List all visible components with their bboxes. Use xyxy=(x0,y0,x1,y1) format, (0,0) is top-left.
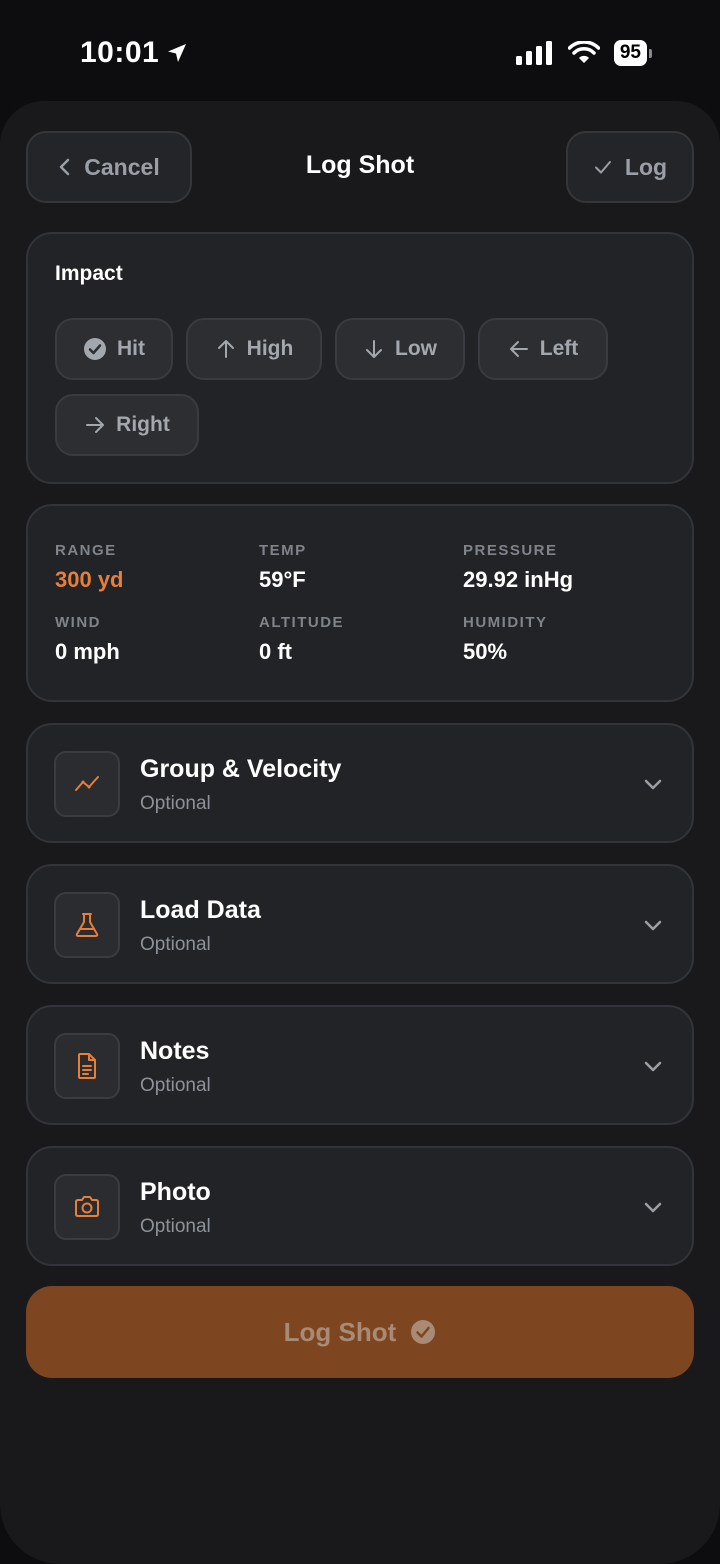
impact-option-label: Hit xyxy=(117,337,145,360)
condition-humidity: HUMIDITY 50% xyxy=(463,614,548,665)
status-indicators: 95 xyxy=(515,40,652,66)
section-subtitle: Optional xyxy=(140,1216,211,1237)
impact-title: Impact xyxy=(55,262,123,285)
arrow-left-icon xyxy=(509,341,528,357)
condition-pressure: PRESSURE 29.92 inHg xyxy=(463,542,573,593)
impact-option-hit[interactable]: Hit xyxy=(55,318,173,380)
checkmark-icon xyxy=(594,161,611,174)
condition-label: PRESSURE xyxy=(463,542,558,559)
condition-temp: TEMP 59°F xyxy=(259,542,307,593)
section-icon-box xyxy=(54,1174,120,1240)
section-title: Notes xyxy=(140,1037,210,1065)
section-load-data[interactable]: Load Data Optional xyxy=(26,864,694,984)
section-icon-box xyxy=(54,751,120,817)
chart-line-icon xyxy=(75,776,99,791)
conditions-card: RANGE 300 yd TEMP 59°F PRESSURE 29.92 in… xyxy=(26,504,694,702)
log-shot-sheet: Cancel Log Shot Log Impact Hit High Low … xyxy=(0,101,720,1564)
condition-value: 0 ft xyxy=(259,639,292,664)
impact-option-low[interactable]: Low xyxy=(335,318,465,380)
impact-option-label: Low xyxy=(395,337,437,360)
chevron-down-icon xyxy=(644,920,662,931)
condition-value: 59°F xyxy=(259,567,306,592)
status-time: 10:01 xyxy=(80,36,189,70)
log-button[interactable]: Log xyxy=(566,131,694,203)
condition-value: 29.92 inHg xyxy=(463,567,574,592)
condition-label: TEMP xyxy=(259,542,307,559)
check-circle-icon xyxy=(411,1320,436,1344)
condition-range: RANGE 300 yd xyxy=(55,542,124,593)
condition-label: ALTITUDE xyxy=(259,614,345,631)
chevron-down-icon xyxy=(644,779,662,790)
wifi-icon xyxy=(567,41,600,63)
condition-altitude: ALTITUDE 0 ft xyxy=(259,614,344,665)
document-icon xyxy=(78,1053,96,1079)
condition-value: 300 yd xyxy=(55,567,124,592)
log-label: Log xyxy=(624,153,668,180)
impact-option-high[interactable]: High xyxy=(186,318,322,380)
condition-value: 0 mph xyxy=(55,639,120,664)
impact-card: Impact Hit High Low Left Right xyxy=(26,232,694,484)
battery-level: 95 xyxy=(613,40,647,66)
condition-label: HUMIDITY xyxy=(463,614,548,631)
clock-text: 10:01 xyxy=(80,36,160,69)
arrow-down-icon xyxy=(366,340,382,358)
cellular-signal-icon xyxy=(515,41,552,65)
section-title: Load Data xyxy=(140,896,261,924)
chevron-down-icon xyxy=(644,1061,662,1072)
location-arrow-icon xyxy=(168,44,187,62)
condition-wind: WIND 0 mph xyxy=(55,614,120,665)
sheet-header: Cancel Log Shot Log xyxy=(26,131,694,203)
impact-option-left[interactable]: Left xyxy=(478,318,608,380)
impact-option-label: Right xyxy=(116,413,170,436)
condition-label: WIND xyxy=(55,614,101,631)
camera-icon xyxy=(75,1196,99,1217)
condition-value: 50% xyxy=(463,639,508,664)
submit-label: Log Shot xyxy=(283,1316,397,1347)
battery-indicator: 95 xyxy=(613,40,652,66)
section-photo[interactable]: Photo Optional xyxy=(26,1146,694,1266)
arrow-right-icon xyxy=(86,417,105,433)
section-notes[interactable]: Notes Optional xyxy=(26,1005,694,1125)
section-title: Photo xyxy=(140,1178,211,1206)
flask-icon xyxy=(75,913,99,937)
section-title: Group & Velocity xyxy=(140,755,342,783)
section-icon-box xyxy=(54,892,120,958)
status-bar: 10:01 95 xyxy=(0,0,720,104)
section-group-velocity[interactable]: Group & Velocity Optional xyxy=(26,723,694,843)
condition-label: RANGE xyxy=(55,542,117,559)
battery-tip xyxy=(649,48,652,58)
section-subtitle: Optional xyxy=(140,793,211,814)
impact-option-label: High xyxy=(246,337,294,360)
chevron-down-icon xyxy=(644,1202,662,1213)
arrow-up-icon xyxy=(217,340,234,358)
impact-option-label: Left xyxy=(539,337,579,360)
impact-option-right[interactable]: Right xyxy=(55,394,199,456)
log-shot-submit-button[interactable]: Log Shot xyxy=(26,1286,694,1378)
check-circle-icon xyxy=(84,338,106,360)
section-subtitle: Optional xyxy=(140,1075,211,1096)
section-subtitle: Optional xyxy=(140,934,211,955)
section-icon-box xyxy=(54,1033,120,1099)
